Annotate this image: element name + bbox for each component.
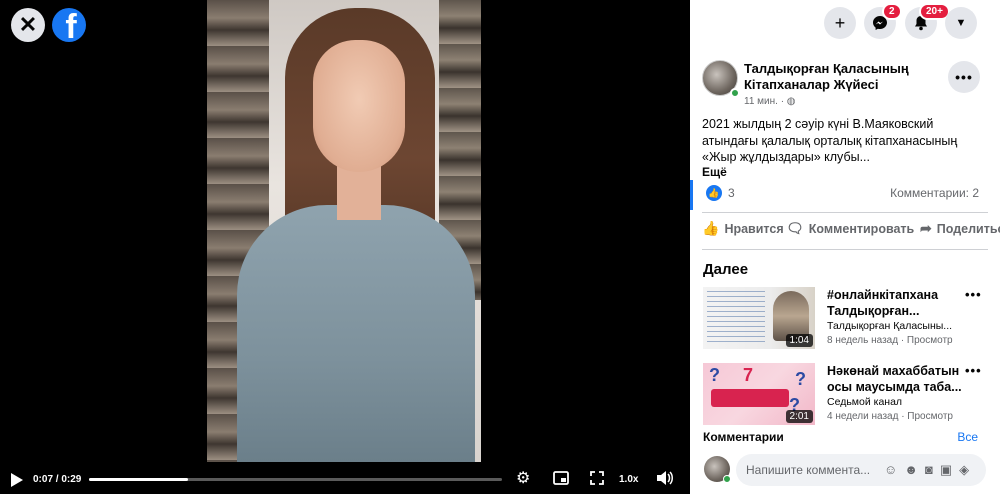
gear-icon[interactable]: ⚙ <box>516 470 530 488</box>
progress-bar[interactable] <box>89 478 502 481</box>
picture-in-picture-icon[interactable] <box>553 470 569 491</box>
comments-count[interactable]: Комментарии: 2 <box>890 186 979 200</box>
share-icon: ➦ <box>920 220 932 236</box>
messenger-badge: 2 <box>882 3 902 20</box>
share-button[interactable]: ➦ Поделиться <box>920 220 1000 237</box>
share-button-label: Поделиться <box>936 221 1000 236</box>
video-meta: 4 недели назад · Просмотр <box>827 411 953 422</box>
comment-icon: 🗨 <box>786 220 804 236</box>
video-duration: 2:01 <box>785 410 813 423</box>
post-timestamp[interactable]: 11 мин. · ◍ <box>744 96 796 107</box>
fullscreen-icon[interactable] <box>589 470 605 491</box>
post-sidebar: + 2 20+ ▼ Талдықорған Қаласының Кітапхан… <box>690 0 1000 494</box>
avatar-sticker-icon[interactable]: ☺ <box>884 462 897 478</box>
online-indicator <box>730 88 740 98</box>
question-mark-graphic: ? <box>709 365 720 385</box>
video-frame[interactable] <box>207 0 481 462</box>
video-meta: 8 недель назад · Просмотр <box>827 335 953 346</box>
post-author[interactable]: Талдықорған Қаласының Кітапханалар Жүйес… <box>744 61 944 93</box>
thumbnail-text-graphic <box>707 291 765 345</box>
facebook-icon: f <box>65 8 77 42</box>
notifications-button[interactable]: 20+ <box>905 3 950 39</box>
gif-icon[interactable]: ▣ <box>940 462 952 478</box>
see-more-link[interactable]: Ещё <box>702 165 727 179</box>
post-text: 2021 жылдың 2 сәуір күні В.Маяковский ат… <box>702 117 958 164</box>
person-sweater <box>237 205 475 462</box>
up-next-heading: Далее <box>703 261 749 278</box>
video-duration: 1:04 <box>785 334 813 347</box>
camera-icon[interactable]: ◙ <box>925 462 933 478</box>
comment-button[interactable]: 🗨 Комментировать <box>786 220 914 237</box>
video-channel[interactable]: Седьмой канал <box>827 396 967 408</box>
post-more-button[interactable]: ••• <box>948 61 980 93</box>
video-title[interactable]: Нәкөнай махаббатын осы маусымда таба... <box>827 363 967 395</box>
comment-button-label: Комментировать <box>808 221 915 236</box>
like-button[interactable]: 👍 Нравится <box>702 220 784 237</box>
video-thumbnail[interactable]: 1:04 <box>703 287 815 349</box>
close-icon: ✕ <box>18 12 38 37</box>
video-more-button[interactable]: ••• <box>965 363 982 378</box>
see-all-comments-link[interactable]: Все <box>957 430 978 444</box>
create-button[interactable]: + <box>824 7 856 39</box>
reactions-bar: 👍 3 Комментарии: 2 <box>690 180 1000 210</box>
more-dots-icon: ••• <box>955 69 973 85</box>
comments-heading: Комментарии <box>703 430 784 444</box>
video-player[interactable]: ✕ f 0:07 / 0:29 ⚙ 1.0x <box>0 0 690 494</box>
top-nav: + 2 20+ ▼ <box>690 0 1000 50</box>
play-button[interactable] <box>11 473 23 487</box>
post-header: Талдықорған Қаласының Кітапханалар Жүйес… <box>702 58 992 108</box>
video-list-item[interactable]: 1:04 #онлайнкітапхана Талдықорған... Тал… <box>703 287 993 349</box>
sticker-icon[interactable]: ◈ <box>959 462 969 478</box>
emoji-icon[interactable]: ☻ <box>904 462 918 478</box>
player-controls: 0:07 / 0:29 ⚙ 1.0x <box>0 464 690 494</box>
thumbnail-banner <box>711 389 789 407</box>
video-thumbnail[interactable]: 7 ? ? ? 2:01 <box>703 363 815 425</box>
close-button[interactable]: ✕ <box>11 8 45 42</box>
comments-section: Комментарии Все Напишите коммента... ☺ ☻… <box>690 428 1000 494</box>
divider <box>702 249 988 250</box>
like-count[interactable]: 3 <box>728 186 735 200</box>
facebook-logo[interactable]: f <box>52 8 86 42</box>
like-button-label: Нравится <box>724 221 784 236</box>
playback-speed-button[interactable]: 1.0x <box>619 474 638 485</box>
video-channel[interactable]: Талдықорған Қаласыны... <box>827 320 967 332</box>
time-display: 0:07 / 0:29 <box>33 474 82 485</box>
app-root: ✕ f 0:07 / 0:29 ⚙ 1.0x + 2 20+ ▼ Талдықо… <box>0 0 1000 494</box>
video-title[interactable]: #онлайнкітапхана Талдықорған... <box>827 287 967 319</box>
divider <box>702 212 988 213</box>
volume-icon[interactable] <box>656 470 674 491</box>
thumbnail-seven-logo: 7 <box>743 365 754 385</box>
video-more-button[interactable]: ••• <box>965 287 982 302</box>
video-list-item[interactable]: 7 ? ? ? 2:01 Нәкөнай махаббатын осы маус… <box>703 363 993 425</box>
comment-input-tools: ☺ ☻ ◙ ▣ ◈ <box>884 462 969 478</box>
caret-down-icon: ▼ <box>955 17 967 29</box>
plus-icon: + <box>834 12 846 33</box>
progress-fill <box>89 478 189 481</box>
post-actions: 👍 Нравится 🗨 Комментировать ➦ Поделиться <box>702 220 1000 244</box>
question-mark-graphic: ? <box>795 369 806 389</box>
messenger-button[interactable]: 2 <box>864 3 902 39</box>
like-reaction-icon[interactable]: 👍 <box>706 185 722 201</box>
account-menu-button[interactable]: ▼ <box>945 7 977 39</box>
online-indicator <box>723 475 731 483</box>
thumbs-up-icon: 👍 <box>702 220 720 236</box>
person-face <box>313 40 405 172</box>
